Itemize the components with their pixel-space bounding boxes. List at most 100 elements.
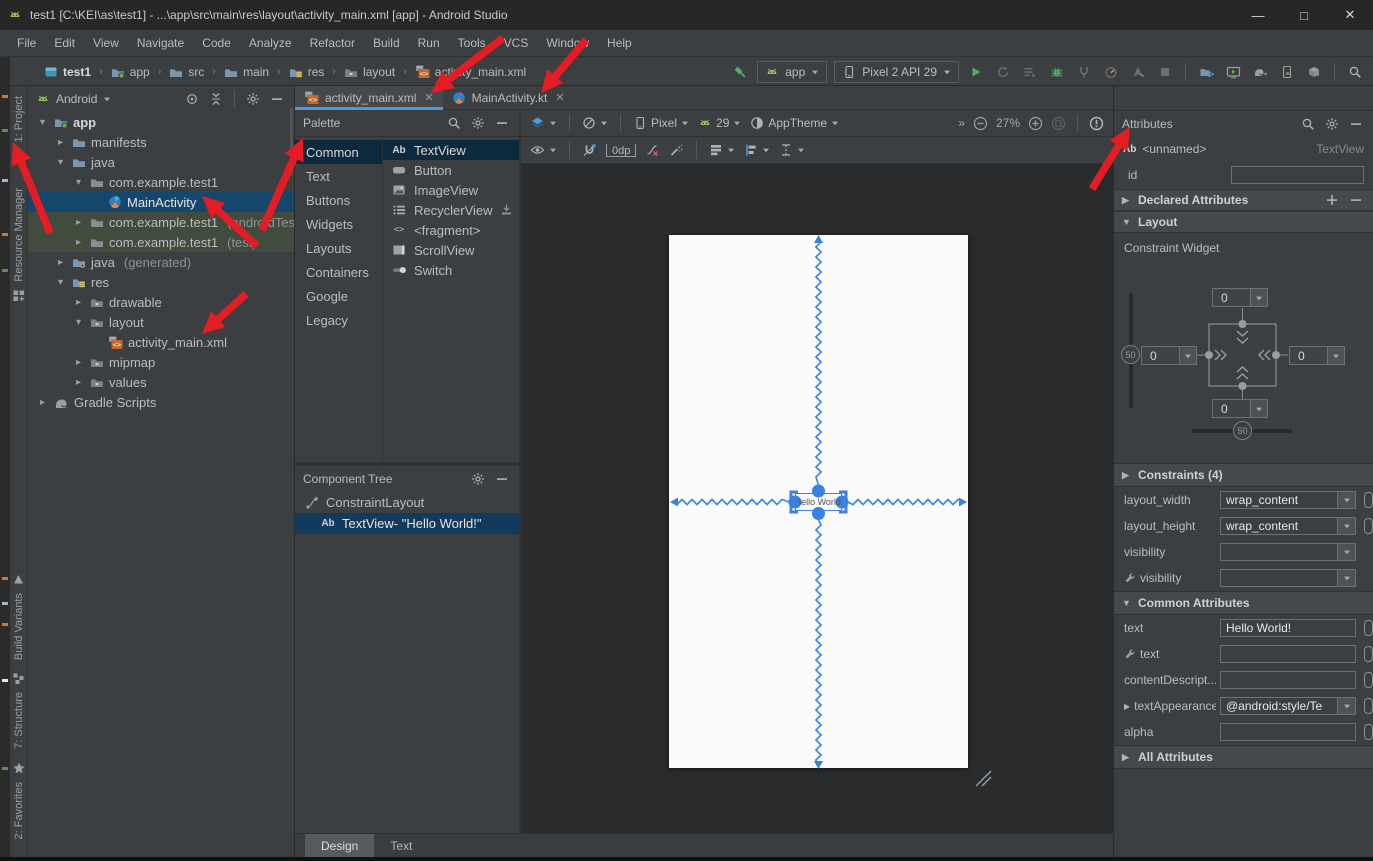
breadcrumb-activity-main-xml[interactable]: <>activity_main.xml xyxy=(413,63,528,80)
guideline-select[interactable] xyxy=(779,143,805,157)
toolwindow-1-project[interactable]: 1: Project xyxy=(12,96,25,162)
palette-item-switch[interactable]: Switch xyxy=(383,260,519,280)
menu-refactor[interactable]: Refactor xyxy=(301,32,364,54)
section-layout[interactable]: ▼ Layout xyxy=(1114,211,1373,233)
menu-window[interactable]: Window xyxy=(537,32,598,54)
project-tree-item-res[interactable]: ▾res xyxy=(28,272,294,292)
autoconnect-magnet-icon[interactable] xyxy=(582,143,597,157)
margin-right-select[interactable]: 0 xyxy=(1289,346,1345,365)
profiler-icon[interactable] xyxy=(1101,62,1121,82)
section-common-attributes[interactable]: ▼ Common Attributes xyxy=(1114,591,1373,615)
palette-item-textview[interactable]: AbTextView xyxy=(383,140,519,160)
attr-visibility-select[interactable] xyxy=(1220,569,1356,587)
attr-text-input[interactable]: Hello World! xyxy=(1220,619,1356,637)
margin-top-select[interactable]: 0 xyxy=(1212,288,1268,307)
menu-tools[interactable]: Tools xyxy=(449,32,495,54)
project-tree-item-drawable[interactable]: ▸drawable xyxy=(28,292,294,312)
attribute-flag-pill[interactable] xyxy=(1364,724,1373,740)
stop-icon[interactable] xyxy=(1155,62,1175,82)
tab-design[interactable]: Design xyxy=(305,834,374,857)
palette-category-widgets[interactable]: Widgets xyxy=(295,212,382,236)
toolwindow-resource-manager[interactable]: Resource Manager xyxy=(12,188,25,302)
palette-category-common[interactable]: Common xyxy=(295,140,382,164)
hide-panel-icon[interactable] xyxy=(493,470,511,488)
attr-text-input[interactable] xyxy=(1220,645,1356,663)
apply-changes-icon[interactable] xyxy=(993,62,1013,82)
component-tree-item-textview-hello-world[interactable]: AbTextView- "Hello World!" xyxy=(295,513,519,534)
window-close-button[interactable]: ✕ xyxy=(1327,0,1373,30)
attribute-flag-pill[interactable] xyxy=(1364,698,1373,714)
palette-item-fragment[interactable]: <><fragment> xyxy=(383,220,519,240)
project-tree-item-manifests[interactable]: ▸manifests xyxy=(28,132,294,152)
orientation-select[interactable] xyxy=(582,116,608,130)
menu-code[interactable]: Code xyxy=(193,32,240,54)
project-view-selector[interactable]: Android xyxy=(56,92,97,106)
collapse-all-icon[interactable] xyxy=(207,90,225,108)
project-tree-item-com-example-test1-androidtest[interactable]: ▸com.example.test1(androidTest) xyxy=(28,212,294,232)
project-tree-item-mainactivity[interactable]: MainActivity xyxy=(28,192,294,212)
project-tree-item-app[interactable]: ▾app xyxy=(28,112,294,132)
zoom-in-icon[interactable] xyxy=(1028,116,1043,131)
breadcrumb-res[interactable]: res xyxy=(287,64,327,80)
palette-item-recyclerview[interactable]: RecyclerView xyxy=(383,200,519,220)
project-tree-item-gradle-scripts[interactable]: ▸Gradle Scripts xyxy=(28,392,294,412)
debug-button[interactable] xyxy=(1047,62,1067,82)
project-scrollbar[interactable] xyxy=(290,108,293,176)
build-hammer-icon[interactable] xyxy=(730,62,750,82)
run-menu-icon[interactable] xyxy=(1020,62,1040,82)
breadcrumb-app[interactable]: app xyxy=(109,64,152,80)
attribute-flag-pill[interactable] xyxy=(1364,492,1373,508)
design-surface-select[interactable] xyxy=(530,116,557,130)
attribute-flag-pill[interactable] xyxy=(1364,518,1373,534)
theme-select[interactable]: AppTheme xyxy=(750,116,839,130)
attribute-flag-pill[interactable] xyxy=(1364,620,1373,636)
gear-icon[interactable] xyxy=(244,90,262,108)
tab-text[interactable]: Text xyxy=(374,834,428,857)
breadcrumb-layout[interactable]: layout xyxy=(342,64,397,80)
zoom-to-fit-icon[interactable] xyxy=(1051,116,1066,131)
tab-mainactivity-kt[interactable]: MainActivity.kt ✕ xyxy=(443,86,574,109)
search-icon[interactable] xyxy=(445,114,463,132)
id-input[interactable] xyxy=(1231,166,1364,184)
project-structure-icon[interactable] xyxy=(1196,62,1216,82)
api-level-select[interactable]: 29 xyxy=(698,116,741,130)
component-tree-item-constraintlayout[interactable]: ConstraintLayout xyxy=(295,492,519,513)
zoom-out-icon[interactable] xyxy=(973,116,988,131)
remove-attribute-icon[interactable] xyxy=(1347,191,1365,209)
close-icon[interactable]: ✕ xyxy=(555,91,564,104)
attribute-flag-pill[interactable] xyxy=(1364,672,1373,688)
device-file-explorer-icon[interactable] xyxy=(1277,62,1297,82)
palette-category-containers[interactable]: Containers xyxy=(295,260,382,284)
project-tree-item-mipmap[interactable]: ▸mipmap xyxy=(28,352,294,372)
add-attribute-icon[interactable] xyxy=(1323,191,1341,209)
close-icon[interactable]: ✕ xyxy=(424,91,433,104)
infer-constraints-icon[interactable] xyxy=(669,143,684,157)
device-select[interactable]: Pixel xyxy=(633,116,689,130)
toolwindow-2-favorites[interactable]: 2: Favorites xyxy=(12,761,26,839)
issues-panel-icon[interactable] xyxy=(1089,116,1104,131)
default-margin-select[interactable]: 0dp xyxy=(606,144,636,157)
menu-edit[interactable]: Edit xyxy=(45,32,84,54)
gradle-sync-icon[interactable] xyxy=(1250,62,1270,82)
hide-panel-icon[interactable] xyxy=(268,90,286,108)
menu-build[interactable]: Build xyxy=(364,32,409,54)
run-configuration-select[interactable]: app xyxy=(757,61,827,83)
attr-textappearance-select[interactable]: @android:style/Te xyxy=(1220,697,1356,715)
margin-bottom-select[interactable]: 0 xyxy=(1212,399,1268,418)
palette-category-buttons[interactable]: Buttons xyxy=(295,188,382,212)
hello-world-widget[interactable]: Hello World! xyxy=(797,494,841,510)
menu-analyze[interactable]: Analyze xyxy=(240,32,301,54)
palette-item-button[interactable]: Button xyxy=(383,160,519,180)
apply-code-changes-icon[interactable] xyxy=(1128,62,1148,82)
menu-navigate[interactable]: Navigate xyxy=(128,32,193,54)
section-all-attributes[interactable]: ▶ All Attributes xyxy=(1114,745,1373,769)
breadcrumb-main[interactable]: main xyxy=(222,64,271,80)
toolwindow-7-structure[interactable]: 7: Structure xyxy=(12,672,25,749)
search-icon[interactable] xyxy=(1299,115,1317,133)
design-canvas[interactable]: Hello World! xyxy=(521,164,1114,833)
align-select[interactable] xyxy=(744,143,770,157)
target-device-select[interactable]: Pixel 2 API 29 xyxy=(834,61,959,83)
download-icon[interactable] xyxy=(500,203,513,216)
project-tree-item-java[interactable]: ▾java xyxy=(28,152,294,172)
palette-category-google[interactable]: Google xyxy=(295,284,382,308)
